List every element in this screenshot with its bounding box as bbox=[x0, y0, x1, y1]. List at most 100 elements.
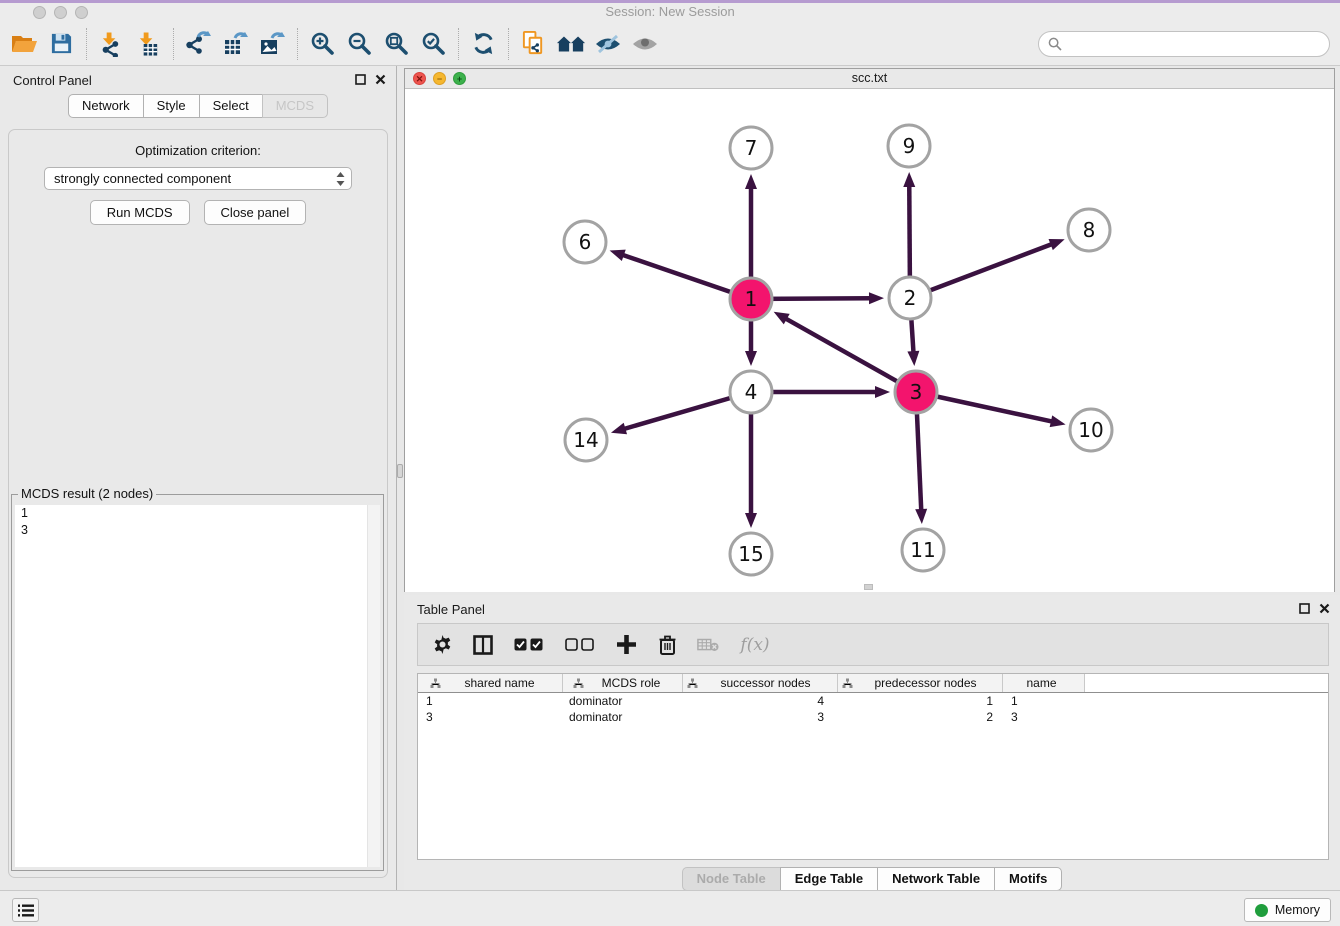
graph-node-2[interactable]: 2 bbox=[889, 277, 931, 319]
svg-text:2: 2 bbox=[904, 286, 917, 310]
run-mcds-button[interactable]: Run MCDS bbox=[90, 200, 190, 225]
copy-share-icon bbox=[521, 30, 546, 57]
criterion-select[interactable]: strongly connected component bbox=[44, 167, 352, 190]
delete-table-button[interactable] bbox=[697, 634, 719, 656]
tab-mcds[interactable]: MCDS bbox=[262, 94, 328, 118]
home-button[interactable] bbox=[552, 27, 589, 61]
tab-edge-table[interactable]: Edge Table bbox=[780, 867, 878, 891]
column-header-icon bbox=[687, 678, 698, 689]
add-column-button[interactable] bbox=[615, 634, 637, 656]
copy-button[interactable] bbox=[515, 27, 552, 61]
mcds-result-list[interactable]: 13 bbox=[15, 505, 380, 867]
graph-node-4[interactable]: 4 bbox=[730, 371, 772, 413]
close-panel-button[interactable]: Close panel bbox=[204, 200, 307, 225]
control-panel-title: Control Panel bbox=[13, 73, 92, 88]
import-table-button[interactable] bbox=[130, 27, 167, 61]
column-header-mcds-role[interactable]: MCDS role bbox=[563, 674, 683, 692]
tab-motifs[interactable]: Motifs bbox=[994, 867, 1062, 891]
memory-label: Memory bbox=[1275, 903, 1320, 917]
main-toolbar bbox=[0, 22, 1340, 66]
hide-selected-button[interactable] bbox=[589, 27, 626, 61]
tab-node-table[interactable]: Node Table bbox=[682, 867, 781, 891]
refresh-button[interactable] bbox=[465, 27, 502, 61]
graph-node-15[interactable]: 15 bbox=[730, 533, 772, 575]
search-box[interactable] bbox=[1038, 31, 1330, 57]
export-network-button[interactable] bbox=[180, 27, 217, 61]
graph-edge-2-8[interactable] bbox=[910, 244, 1053, 298]
table-row[interactable]: 3dominator323 bbox=[418, 709, 1328, 725]
graph-node-6[interactable]: 6 bbox=[564, 221, 606, 263]
gear-icon bbox=[433, 635, 452, 654]
column-header-name[interactable]: name bbox=[1003, 674, 1085, 692]
table-cell: 1 bbox=[838, 694, 1003, 708]
save-floppy-icon bbox=[50, 32, 73, 55]
table-cell: 3 bbox=[1003, 710, 1085, 724]
graph-node-1[interactable]: 1 bbox=[730, 278, 772, 320]
column-header-successor-nodes[interactable]: successor nodes bbox=[683, 674, 838, 692]
table-cell: 4 bbox=[683, 694, 838, 708]
network-canvas[interactable]: 7 9 6 8 1 2 4 3 14 10 15 11 bbox=[405, 89, 1334, 592]
function-builder-button[interactable]: f(x) bbox=[738, 634, 772, 656]
table-header-row: shared name MCDS role successor nodes pr… bbox=[418, 674, 1328, 693]
tab-network[interactable]: Network bbox=[68, 94, 144, 118]
mcds-result-line: 1 bbox=[15, 505, 380, 522]
toolbar-separator bbox=[458, 28, 459, 60]
export-table-icon bbox=[223, 31, 249, 57]
mcds-result-legend: MCDS result (2 nodes) bbox=[18, 486, 156, 501]
search-input[interactable] bbox=[1068, 35, 1329, 52]
close-panel-icon[interactable] bbox=[375, 74, 386, 85]
tab-network-table[interactable]: Network Table bbox=[877, 867, 995, 891]
select-all-button[interactable] bbox=[513, 634, 545, 656]
export-table-button[interactable] bbox=[217, 27, 254, 61]
zoom-fit-icon bbox=[384, 31, 410, 57]
tab-select[interactable]: Select bbox=[199, 94, 263, 118]
float-panel-icon[interactable] bbox=[355, 74, 366, 85]
node-table: shared name MCDS role successor nodes pr… bbox=[417, 673, 1329, 860]
svg-text:14: 14 bbox=[573, 428, 598, 452]
table-settings-button[interactable] bbox=[431, 634, 453, 656]
column-header-shared-name[interactable]: shared name bbox=[418, 674, 563, 692]
zoom-in-button[interactable] bbox=[304, 27, 341, 61]
graph-node-14[interactable]: 14 bbox=[565, 419, 607, 461]
scrollbar-track[interactable] bbox=[367, 505, 380, 867]
mcds-result-line: 3 bbox=[15, 522, 380, 539]
graph-edge-3-1[interactable] bbox=[785, 318, 916, 392]
delete-column-button[interactable] bbox=[656, 634, 678, 656]
network-view-window: ✕ − + scc.txt 7 9 6 8 1 2 4 3 14 10 15 11 bbox=[404, 68, 1335, 592]
task-history-button[interactable] bbox=[12, 898, 39, 922]
column-header-predecessor-nodes[interactable]: predecessor nodes bbox=[838, 674, 1003, 692]
open-session-button[interactable] bbox=[6, 27, 43, 61]
panel-splitter-handle[interactable] bbox=[397, 464, 403, 478]
float-panel-icon[interactable] bbox=[1299, 603, 1310, 614]
graph-node-7[interactable]: 7 bbox=[730, 127, 772, 169]
graph-node-9[interactable]: 9 bbox=[888, 125, 930, 167]
home-icon bbox=[556, 32, 586, 56]
graph-node-8[interactable]: 8 bbox=[1068, 209, 1110, 251]
split-view-button[interactable] bbox=[472, 634, 494, 656]
deselect-all-button[interactable] bbox=[564, 634, 596, 656]
graph-node-10[interactable]: 10 bbox=[1070, 409, 1112, 451]
svg-text:4: 4 bbox=[745, 380, 758, 404]
export-network-icon bbox=[186, 31, 212, 57]
memory-button[interactable]: Memory bbox=[1244, 898, 1331, 922]
graph-node-3[interactable]: 3 bbox=[895, 371, 937, 413]
export-image-button[interactable] bbox=[254, 27, 291, 61]
table-tabs: Node Table Edge Table Network Table Moti… bbox=[404, 867, 1340, 891]
svg-text:10: 10 bbox=[1078, 418, 1103, 442]
zoom-out-button[interactable] bbox=[341, 27, 378, 61]
network-window-title: scc.txt bbox=[405, 71, 1334, 85]
graph-node-11[interactable]: 11 bbox=[902, 529, 944, 571]
svg-text:8: 8 bbox=[1083, 218, 1096, 242]
svg-text:15: 15 bbox=[738, 542, 763, 566]
import-network-button[interactable] bbox=[93, 27, 130, 61]
save-session-button[interactable] bbox=[43, 27, 80, 61]
zoom-selected-button[interactable] bbox=[415, 27, 452, 61]
close-panel-icon[interactable] bbox=[1319, 603, 1330, 614]
table-row[interactable]: 1dominator411 bbox=[418, 693, 1328, 709]
window-resize-handle[interactable] bbox=[864, 584, 873, 590]
import-table-icon bbox=[136, 31, 161, 57]
show-all-button[interactable] bbox=[626, 27, 663, 61]
network-window-titlebar[interactable]: ✕ − + scc.txt bbox=[405, 69, 1334, 89]
zoom-fit-button[interactable] bbox=[378, 27, 415, 61]
tab-style[interactable]: Style bbox=[143, 94, 200, 118]
